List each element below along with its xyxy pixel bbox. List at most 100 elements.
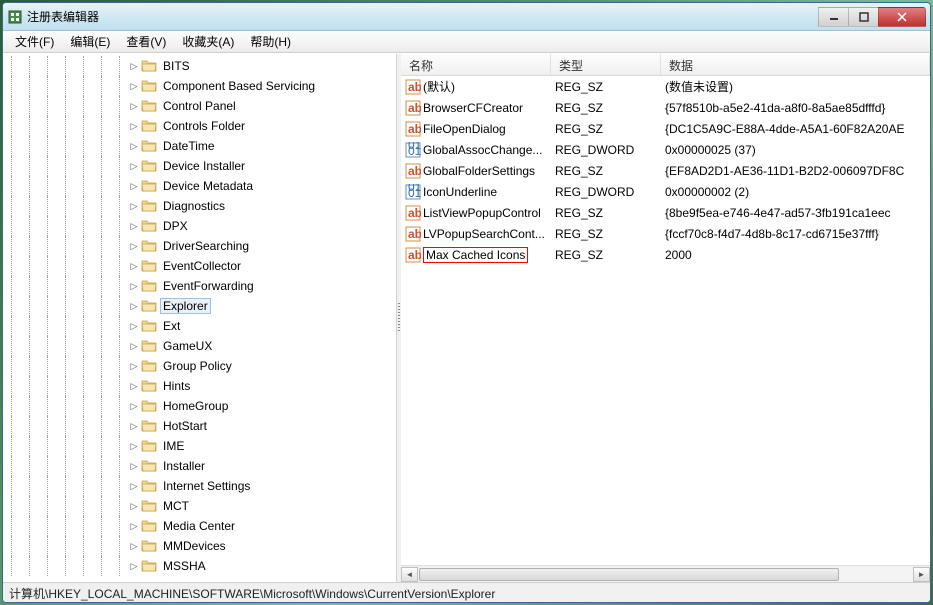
list-row[interactable]: abMax Cached IconsREG_SZ2000 — [401, 244, 930, 265]
list-row[interactable]: ab(默认)REG_SZ(数值未设置) — [401, 76, 930, 97]
tree-item[interactable]: ▷MCT — [3, 496, 396, 516]
folder-icon — [141, 439, 157, 453]
header-name[interactable]: 名称 — [401, 54, 551, 75]
expander-icon[interactable]: ▷ — [129, 361, 139, 371]
expander-icon[interactable]: ▷ — [129, 421, 139, 431]
expander-icon[interactable]: ▷ — [129, 61, 139, 71]
tree-item[interactable]: ▷DateTime — [3, 136, 396, 156]
tree-item[interactable]: ▷HotStart — [3, 416, 396, 436]
reg-string-icon: ab — [405, 226, 421, 242]
expander-icon[interactable]: ▷ — [129, 221, 139, 231]
list-row[interactable]: abGlobalFolderSettingsREG_SZ{EF8AD2D1-AE… — [401, 160, 930, 181]
value-data: {8be9f5ea-e746-4e47-ad57-3fb191ca1eec — [661, 206, 930, 220]
window-title: 注册表编辑器 — [27, 8, 818, 25]
tree-item[interactable]: ▷Device Installer — [3, 156, 396, 176]
value-data: 2000 — [661, 248, 930, 262]
menu-edit[interactable]: 编辑(E) — [62, 31, 118, 52]
tree-item[interactable]: ▷Controls Folder — [3, 116, 396, 136]
tree-item[interactable]: ▷Component Based Servicing — [3, 76, 396, 96]
tree-item[interactable]: ▷Control Panel — [3, 96, 396, 116]
header-data[interactable]: 数据 — [661, 54, 930, 75]
tree-item[interactable]: ▷IME — [3, 436, 396, 456]
tree-item[interactable]: ▷Diagnostics — [3, 196, 396, 216]
menu-favorites[interactable]: 收藏夹(A) — [174, 31, 242, 52]
expander-icon[interactable]: ▷ — [129, 301, 139, 311]
tree-item[interactable]: ▷EventCollector — [3, 256, 396, 276]
list-row[interactable]: 011010GlobalAssocChange...REG_DWORD0x000… — [401, 139, 930, 160]
expander-icon[interactable]: ▷ — [129, 561, 139, 571]
folder-icon — [141, 359, 157, 373]
scroll-thumb[interactable] — [419, 568, 839, 581]
tree-label: Explorer — [160, 298, 211, 314]
close-button[interactable] — [878, 7, 926, 27]
folder-icon — [141, 99, 157, 113]
minimize-button[interactable] — [818, 7, 848, 27]
expander-icon[interactable]: ▷ — [129, 461, 139, 471]
folder-icon — [141, 459, 157, 473]
tree-item[interactable]: ▷BITS — [3, 56, 396, 76]
tree-item[interactable]: ▷DriverSearching — [3, 236, 396, 256]
maximize-button[interactable] — [848, 7, 878, 27]
expander-icon[interactable]: ▷ — [129, 321, 139, 331]
tree-item[interactable]: ▷MMDevices — [3, 536, 396, 556]
list-row[interactable]: abFileOpenDialogREG_SZ{DC1C5A9C-E88A-4dd… — [401, 118, 930, 139]
scroll-left-button[interactable]: ◄ — [401, 567, 418, 582]
folder-icon — [141, 219, 157, 233]
svg-text:010: 010 — [408, 144, 421, 158]
menu-help[interactable]: 帮助(H) — [242, 31, 299, 52]
list-row[interactable]: abListViewPopupControlREG_SZ{8be9f5ea-e7… — [401, 202, 930, 223]
list-row[interactable]: abLVPopupSearchCont...REG_SZ{fccf70c8-f4… — [401, 223, 930, 244]
scroll-right-button[interactable]: ► — [913, 567, 930, 582]
expander-icon[interactable]: ▷ — [129, 261, 139, 271]
list-body[interactable]: ab(默认)REG_SZ(数值未设置)abBrowserCFCreatorREG… — [401, 76, 930, 565]
tree-item[interactable]: ▷MSSHA — [3, 556, 396, 576]
tree-item[interactable]: ▷GameUX — [3, 336, 396, 356]
expander-icon[interactable]: ▷ — [129, 541, 139, 551]
folder-icon — [141, 379, 157, 393]
expander-icon[interactable]: ▷ — [129, 161, 139, 171]
expander-icon[interactable]: ▷ — [129, 241, 139, 251]
expander-icon[interactable]: ▷ — [129, 101, 139, 111]
tree-item[interactable]: ▷ Installer — [3, 456, 396, 476]
tree-item[interactable]: ▷ EventForwarding — [3, 276, 396, 296]
expander-icon[interactable]: ▷ — [129, 381, 139, 391]
expander-icon[interactable]: ▷ — [129, 401, 139, 411]
expander-icon[interactable]: ▷ — [129, 281, 139, 291]
value-type: REG_SZ — [551, 101, 661, 115]
tree-item[interactable]: ▷ Explorer — [3, 296, 396, 316]
expander-icon[interactable]: ▷ — [129, 341, 139, 351]
scroll-track[interactable] — [418, 567, 913, 582]
tree-label: Group Policy — [160, 358, 235, 374]
titlebar[interactable]: 注册表编辑器 — [3, 3, 930, 31]
expander-icon[interactable]: ▷ — [129, 501, 139, 511]
content-area: ▷BITS▷Component Based Servicing▷Control … — [3, 53, 930, 582]
tree-item[interactable]: ▷Internet Settings — [3, 476, 396, 496]
expander-icon[interactable]: ▷ — [129, 521, 139, 531]
menu-view[interactable]: 查看(V) — [118, 31, 174, 52]
tree-pane[interactable]: ▷BITS▷Component Based Servicing▷Control … — [3, 54, 397, 582]
expander-icon[interactable]: ▷ — [129, 181, 139, 191]
tree-label: Installer — [160, 458, 208, 474]
tree-item[interactable]: ▷Device Metadata — [3, 176, 396, 196]
tree-label: EventForwarding — [160, 278, 257, 294]
menu-file[interactable]: 文件(F) — [7, 31, 62, 52]
expander-icon[interactable]: ▷ — [129, 81, 139, 91]
tree-item[interactable]: ▷Ext — [3, 316, 396, 336]
header-type[interactable]: 类型 — [551, 54, 661, 75]
expander-icon[interactable]: ▷ — [129, 441, 139, 451]
reg-string-icon: ab — [405, 100, 421, 116]
folder-icon — [141, 159, 157, 173]
horizontal-scrollbar[interactable]: ◄ ► — [401, 565, 930, 582]
tree-item[interactable]: ▷DPX — [3, 216, 396, 236]
svg-text:ab: ab — [408, 227, 421, 241]
expander-icon[interactable]: ▷ — [129, 141, 139, 151]
expander-icon[interactable]: ▷ — [129, 481, 139, 491]
tree-item[interactable]: ▷Media Center — [3, 516, 396, 536]
expander-icon[interactable]: ▷ — [129, 201, 139, 211]
list-row[interactable]: abBrowserCFCreatorREG_SZ{57f8510b-a5e2-4… — [401, 97, 930, 118]
tree-item[interactable]: ▷HomeGroup — [3, 396, 396, 416]
tree-item[interactable]: ▷ Group Policy — [3, 356, 396, 376]
expander-icon[interactable]: ▷ — [129, 121, 139, 131]
tree-item[interactable]: ▷Hints — [3, 376, 396, 396]
list-row[interactable]: 011010IconUnderlineREG_DWORD0x00000002 (… — [401, 181, 930, 202]
